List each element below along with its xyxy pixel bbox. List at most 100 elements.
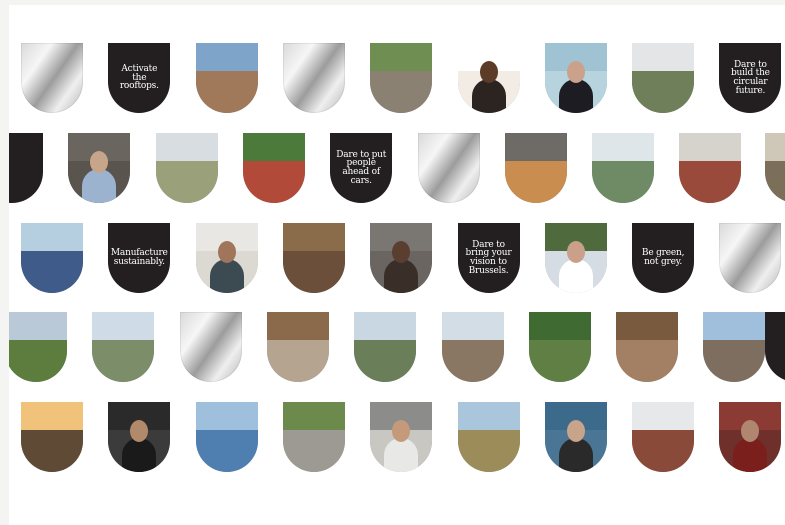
white-house-photo [92, 312, 155, 382]
person-head [479, 61, 498, 83]
person-figure [733, 438, 768, 472]
photo-background [528, 312, 591, 340]
photo-foreground [703, 340, 766, 382]
mirror-tile [179, 312, 242, 382]
slogan-tile: Dare to put people ahead of cars. [330, 133, 393, 203]
photo-background [195, 43, 258, 71]
photo-background [679, 133, 742, 161]
photo-background [195, 402, 258, 430]
canal-houses-photo [441, 312, 504, 382]
photo-foreground [282, 430, 345, 472]
photo-foreground [195, 430, 258, 472]
two-women-portrait [457, 43, 520, 113]
photo-foreground [21, 430, 83, 472]
photo-foreground [195, 71, 258, 113]
photo-background [21, 223, 83, 251]
square-chairs-photo [195, 402, 258, 472]
photo-foreground [616, 340, 679, 382]
photo-background [354, 312, 417, 340]
park-trees-photo [528, 312, 591, 382]
person-figure [209, 259, 244, 293]
woman-grey-hair-portrait [544, 402, 607, 472]
city-rooftop-photo [195, 43, 258, 113]
person-figure [384, 438, 419, 472]
photo-background [632, 402, 695, 430]
market-hall-photo [282, 223, 345, 293]
photo-background [592, 133, 655, 161]
tile-grid: Activate the rooftops. Dare to build the … [9, 5, 785, 525]
pavilion-photo [457, 402, 520, 472]
photo-background [266, 312, 329, 340]
person-head [566, 420, 585, 442]
slogan-text: Manufacture sustainably. [110, 248, 168, 267]
photo-foreground [765, 161, 785, 203]
person-figure [558, 438, 593, 472]
photo-background [457, 402, 520, 430]
slogan-tile: Manufacture sustainably. [108, 223, 171, 293]
slogan-text: Activate the rooftops. [119, 64, 159, 92]
woman-portrait [68, 133, 131, 203]
modern-building-photo [504, 133, 567, 203]
person-head [217, 241, 236, 263]
photo-background [632, 43, 695, 71]
hall-interior-photo [266, 312, 329, 382]
slogan-text: Be green, not grey. [641, 248, 685, 267]
man-bowler-hat-portrait [544, 43, 607, 113]
park-path-photo [282, 402, 345, 472]
facade-photo [765, 133, 785, 203]
mirror-tile [417, 133, 480, 203]
photo-foreground [679, 161, 742, 203]
slogan-text: Dare to put people ahead of cars. [336, 149, 387, 186]
street-cafe-photo [242, 133, 305, 203]
man-hat-portrait [370, 223, 433, 293]
bearded-man-portrait [719, 402, 782, 472]
slogan-tile [765, 312, 785, 382]
church-square-photo [155, 133, 218, 203]
photo-foreground [155, 161, 218, 203]
person-figure [558, 259, 593, 293]
solar-roof-photo [21, 223, 83, 293]
person-figure [558, 79, 593, 113]
photo-background [441, 312, 504, 340]
brick-building-photo [679, 133, 742, 203]
person-head [566, 241, 585, 263]
slogan-tile [9, 133, 43, 203]
photo-foreground [370, 71, 433, 113]
photo-foreground [266, 340, 329, 382]
glass-hall-photo [592, 133, 655, 203]
mirror-tile [719, 223, 782, 293]
greenhouse-photo [354, 312, 417, 382]
city-skyline-photo [632, 43, 695, 113]
photo-foreground [9, 340, 67, 382]
photo-foreground [504, 161, 567, 203]
man-glasses-portrait [370, 402, 433, 472]
photo-foreground [21, 251, 83, 293]
three-women-portrait [108, 402, 171, 472]
photo-foreground [282, 251, 345, 293]
slogan-tile: Be green, not grey. [632, 223, 695, 293]
mirror-tile [282, 43, 345, 113]
photo-background [242, 133, 305, 161]
mirror-tile [21, 43, 83, 113]
photo-background [616, 312, 679, 340]
photo-foreground [528, 340, 591, 382]
slogan-text: Dare to build the circular future. [730, 59, 770, 96]
street-stalls-photo [703, 312, 766, 382]
photo-background [282, 223, 345, 251]
restaurant-photo [616, 312, 679, 382]
slogan-text: Dare to bring your vision to Brussels. [465, 239, 512, 276]
man-cap-portrait [544, 223, 607, 293]
slogan-tile: Activate the rooftops. [108, 43, 171, 113]
person-head [566, 61, 585, 83]
person-figure [122, 438, 157, 472]
photo-foreground [441, 340, 504, 382]
garden-photo [9, 312, 67, 382]
photo-background [9, 312, 67, 340]
person-figure [82, 169, 117, 203]
photo-background [282, 402, 345, 430]
sunset-crowd-photo [21, 402, 83, 472]
photo-foreground [354, 340, 417, 382]
photo-background [155, 133, 218, 161]
person-figure [384, 259, 419, 293]
person-figure [471, 79, 506, 113]
